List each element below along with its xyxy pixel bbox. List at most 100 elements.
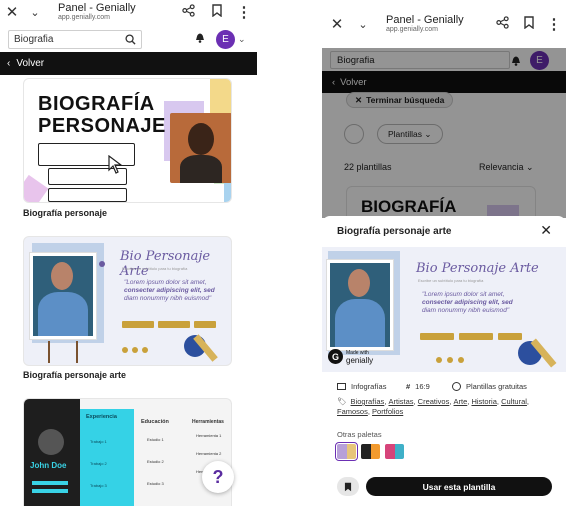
use-template-button[interactable]: Usar esta plantilla xyxy=(366,477,552,496)
bookmark-icon[interactable] xyxy=(516,15,542,33)
browser-title: Panel - Genially xyxy=(386,14,464,26)
cv-col-title: Experiencia xyxy=(86,414,117,420)
meta-price-label: Plantillas gratuitas xyxy=(466,382,527,391)
cv-item: Trabajo 2 xyxy=(90,461,107,466)
thumb-button xyxy=(420,333,454,340)
chevron-down-icon[interactable]: ⌄ xyxy=(352,18,374,31)
palettes-label: Otras paletas xyxy=(337,430,382,439)
cv-item: Herramienta 1 xyxy=(196,433,222,438)
avatar-chevron-icon[interactable]: ⌄ xyxy=(238,34,246,45)
browser-url: app.genially.com xyxy=(58,14,111,21)
easel xyxy=(48,341,78,363)
bookmark-icon xyxy=(344,482,352,491)
search-input[interactable]: Biografia xyxy=(8,29,142,49)
template-thumbnail-biografia-personaje-arte[interactable]: Bio Personaje Arte Escribe un subtítulo … xyxy=(23,236,232,366)
tag-icon: 🏷 xyxy=(337,397,347,406)
more-menu-icon[interactable]: ⋮ xyxy=(542,15,566,33)
portrait-photo xyxy=(330,263,390,347)
thumb-button xyxy=(459,333,493,340)
quote-line: consecter adipiscing elit, sed xyxy=(124,287,215,294)
thumb-title: BIOGRAFÍA PERSONAJE xyxy=(38,93,166,137)
palette-swatch[interactable] xyxy=(385,444,404,459)
quote-line: consecter adipiscing elit, sed xyxy=(422,299,513,306)
cv-item: Estudio 3 xyxy=(147,481,164,486)
bookmark-icon[interactable] xyxy=(203,3,231,21)
bell-icon[interactable] xyxy=(194,30,206,48)
template-caption[interactable]: Biografía personaje arte xyxy=(23,370,126,380)
thumb-button xyxy=(158,321,190,328)
cursor-icon xyxy=(108,155,123,174)
cv-item: Trabajo 3 xyxy=(90,483,107,488)
hash-icon: # xyxy=(406,382,411,391)
cv-col-title: Herramientas xyxy=(192,419,224,425)
cv-column: Educación Estudio 1 Estudio 2 Estudio 3 xyxy=(139,411,185,506)
share-icon[interactable] xyxy=(488,15,516,33)
thumb-subtitle: Escribe un subtítulo para tu biografía xyxy=(122,266,188,271)
decor-shape xyxy=(24,174,49,202)
template-thumbnail-biografia-personaje[interactable]: BIOGRAFÍA PERSONAJE xyxy=(23,78,232,203)
infographic-icon xyxy=(337,383,346,390)
left-panel: ✕ ⌄ Panel - Genially app.genially.com ⋮ … xyxy=(0,0,257,506)
avatar[interactable]: E xyxy=(216,29,235,49)
template-preview[interactable]: Bio Personaje Arte Escribe un subtítulo … xyxy=(322,247,566,372)
thumb-quote: "Lorem ipsum dolor sit amet, consecter a… xyxy=(124,279,215,303)
close-icon[interactable]: ✕ xyxy=(322,15,352,33)
tag-list: 🏷 Biografías, Artistas, Creativos, Arte,… xyxy=(337,397,532,417)
more-menu-icon[interactable]: ⋮ xyxy=(231,3,257,21)
quote-line: "Lorem ipsum dolor sit amet, xyxy=(422,291,505,298)
tag-link[interactable]: Famosos xyxy=(337,407,368,417)
badge-label: genially xyxy=(346,355,374,365)
thumb-button xyxy=(194,321,216,328)
portrait-photo xyxy=(33,256,93,336)
palette-swatch[interactable] xyxy=(361,444,380,459)
thumb-button xyxy=(498,333,522,340)
browser-title: Panel - Genially xyxy=(58,2,136,14)
cv-name: John Doe xyxy=(30,461,67,470)
free-icon xyxy=(452,382,461,391)
modal-backdrop[interactable] xyxy=(322,48,566,218)
cv-col-title: Educación xyxy=(141,419,169,425)
sheet-title: Biografía personaje arte xyxy=(337,226,452,237)
tag-link[interactable]: Biografías xyxy=(351,397,385,407)
thumb-title-line2: PERSONAJE xyxy=(38,115,166,137)
cv-column: Experiencia Trabajo 1 Trabajo 2 Trabajo … xyxy=(80,409,134,506)
back-button[interactable]: ‹ Volver xyxy=(0,52,257,75)
cv-sidebar: John Doe xyxy=(24,399,80,506)
tag-link[interactable]: Portfolios xyxy=(372,407,403,417)
meta-type-label: Infografías xyxy=(351,382,387,391)
quote-line: diam nonummy nibh euismod" xyxy=(124,295,212,302)
palette-swatch[interactable] xyxy=(335,442,358,461)
meta-price: Plantillas gratuitas xyxy=(452,382,527,391)
cv-item: Trabajo 1 xyxy=(90,439,107,444)
tag-link[interactable]: Creativos xyxy=(418,397,450,407)
cv-item: Estudio 2 xyxy=(147,459,164,464)
thumb-button xyxy=(122,321,154,328)
chevron-down-icon[interactable]: ⌄ xyxy=(24,6,46,19)
portrait-photo xyxy=(170,113,231,183)
right-panel: ✕ ⌄ Panel - Genially app.genially.com ⋮ … xyxy=(322,0,566,506)
search-icon[interactable] xyxy=(125,33,136,45)
genially-badge: G Made with genially xyxy=(328,349,373,364)
meta-ratio: # 16:9 xyxy=(406,382,430,391)
preview-subtitle: Escribe un subtítulo para tu biografía xyxy=(418,278,484,283)
tag-link[interactable]: Artistas xyxy=(388,397,413,407)
thumb-title: Bio Personaje Arte xyxy=(120,249,211,279)
dot xyxy=(142,347,148,353)
thumb-title-line1: BIOGRAFÍA xyxy=(38,93,155,115)
preview-title: Bio Personaje Arte xyxy=(416,261,539,276)
help-button[interactable]: ? xyxy=(202,461,234,493)
template-thumbnail-cv[interactable]: John Doe Experiencia Trabajo 1 Trabajo 2… xyxy=(23,398,232,506)
tag-link[interactable]: Historia xyxy=(471,397,496,407)
template-caption[interactable]: Biografía personaje xyxy=(23,208,107,218)
dot xyxy=(132,347,138,353)
save-bookmark-button[interactable] xyxy=(337,477,359,496)
browser-bar: ✕ ⌄ Panel - Genially app.genially.com ⋮ xyxy=(322,0,566,44)
close-icon[interactable]: ✕ xyxy=(0,3,24,21)
tag-link[interactable]: Arte xyxy=(454,397,468,407)
close-icon[interactable]: ✕ xyxy=(540,222,552,239)
back-label: Volver xyxy=(16,58,45,69)
tag-link[interactable]: Cultural xyxy=(501,397,527,407)
chevron-left-icon: ‹ xyxy=(7,58,11,69)
cv-item: Herramienta 2 xyxy=(196,451,222,456)
share-icon[interactable] xyxy=(173,4,203,20)
